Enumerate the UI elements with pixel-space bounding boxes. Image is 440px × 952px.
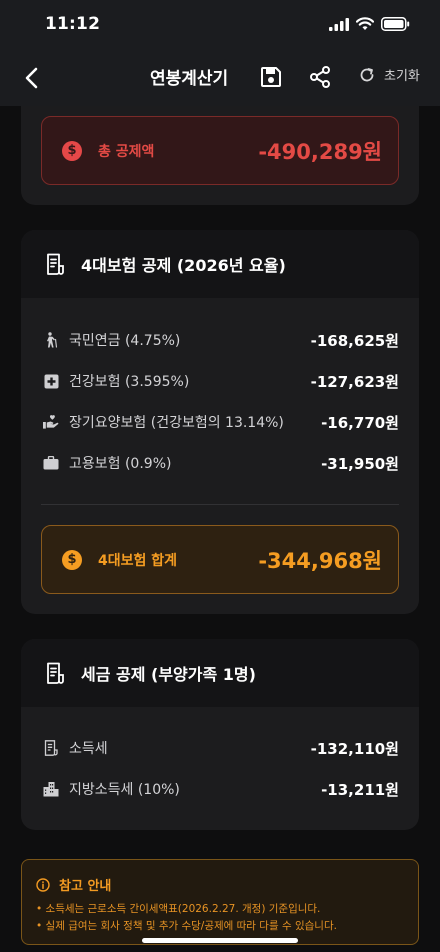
pension-value: -168,625원: [310, 331, 399, 350]
health-label: 건강보험 (3.595%): [69, 374, 190, 390]
tax-row-local: 지방소득세 (10%) -13,211원: [43, 777, 399, 801]
battery-icon: [381, 17, 410, 31]
receipt-icon: [43, 740, 59, 756]
briefcase-icon: [43, 455, 59, 471]
local-tax-label: 지방소득세 (10%): [69, 782, 180, 798]
tax-card-header: 세금 공제 (부양가족 1명): [21, 639, 419, 707]
total-deduction-card: $ 총 공제액 -490,289원: [21, 90, 419, 205]
person-walking-icon: [43, 332, 59, 348]
insurance-total-value: -344,968원: [258, 548, 382, 573]
insurance-total-label: 4대보험 합계: [98, 552, 178, 569]
care-hand-icon: [43, 414, 59, 430]
income-tax-value: -132,110원: [310, 739, 399, 758]
info-icon: [36, 877, 50, 892]
dollar-icon: $: [62, 140, 82, 161]
refresh-icon: [360, 67, 374, 81]
page-title: 연봉계산기: [150, 69, 229, 89]
total-deduction-label: 총 공제액: [98, 143, 155, 160]
health-value: -127,623원: [310, 372, 399, 391]
insurance-row-employment: 고용보험 (0.9%) -31,950원: [43, 451, 399, 475]
notice-title: 참고 안내: [59, 879, 112, 894]
tax-row-income: 소득세 -132,110원: [43, 736, 399, 760]
document-icon: [47, 253, 64, 275]
reset-button[interactable]: 초기화: [358, 65, 420, 84]
pension-label: 국민연금 (4.75%): [69, 333, 181, 349]
insurance-row-health: 건강보험 (3.595%) -127,623원: [43, 369, 399, 393]
status-icons: [329, 17, 410, 31]
back-button[interactable]: [18, 64, 46, 92]
local-tax-value: -13,211원: [321, 780, 399, 799]
total-deduction-box: $ 총 공제액 -490,289원: [41, 116, 399, 185]
nav-bar: 연봉계산기 초기화: [0, 50, 440, 106]
dollar-icon: $: [62, 549, 82, 570]
buildings-icon: [43, 781, 59, 797]
notice-line: • 소득세는 근로소득 간이세액표(2026.2.27. 개정) 기준입니다.: [36, 903, 321, 915]
tax-card-title: 세금 공제 (부양가족 1명): [81, 665, 256, 684]
home-indicator: [142, 938, 298, 943]
income-tax-label: 소득세: [69, 741, 108, 757]
employment-label: 고용보험 (0.9%): [69, 456, 172, 472]
tax-card: 세금 공제 (부양가족 1명) 소득세 -132,110원 지방소득세 (10%…: [21, 639, 419, 830]
employment-value: -31,950원: [321, 454, 399, 473]
insurance-card-title: 4대보험 공제 (2026년 요율): [81, 256, 286, 275]
status-time: 11:12: [45, 14, 101, 34]
insurance-row-pension: 국민연금 (4.75%) -168,625원: [43, 328, 399, 352]
reset-label: 초기화: [384, 69, 420, 84]
insurance-row-longterm-care: 장기요양보험 (건강보험의 13.14%) -16,770원: [43, 410, 399, 434]
share-button[interactable]: [308, 65, 332, 89]
total-deduction-value: -490,289원: [258, 139, 382, 164]
insurance-card: 4대보험 공제 (2026년 요율) 국민연금 (4.75%) -168,625…: [21, 230, 419, 614]
insurance-total-box: $ 4대보험 합계 -344,968원: [41, 525, 399, 594]
divider: [41, 504, 399, 505]
longterm-care-value: -16,770원: [321, 413, 399, 432]
medical-cross-icon: [43, 373, 59, 389]
notice-box: 참고 안내 • 소득세는 근로소득 간이세액표(2026.2.27. 개정) 기…: [21, 859, 419, 945]
insurance-card-header: 4대보험 공제 (2026년 요율): [21, 230, 419, 298]
document-icon: [47, 662, 64, 684]
status-bar: 11:12: [0, 0, 440, 50]
signal-icon: [329, 17, 349, 31]
longterm-care-label: 장기요양보험 (건강보험의 13.14%): [69, 415, 284, 431]
notice-header: 참고 안내: [36, 875, 111, 894]
save-button[interactable]: [259, 65, 283, 89]
wifi-icon: [356, 17, 374, 30]
notice-line: • 실제 급여는 회사 정책 및 추가 수당/공제에 따라 다를 수 있습니다.: [36, 920, 337, 932]
